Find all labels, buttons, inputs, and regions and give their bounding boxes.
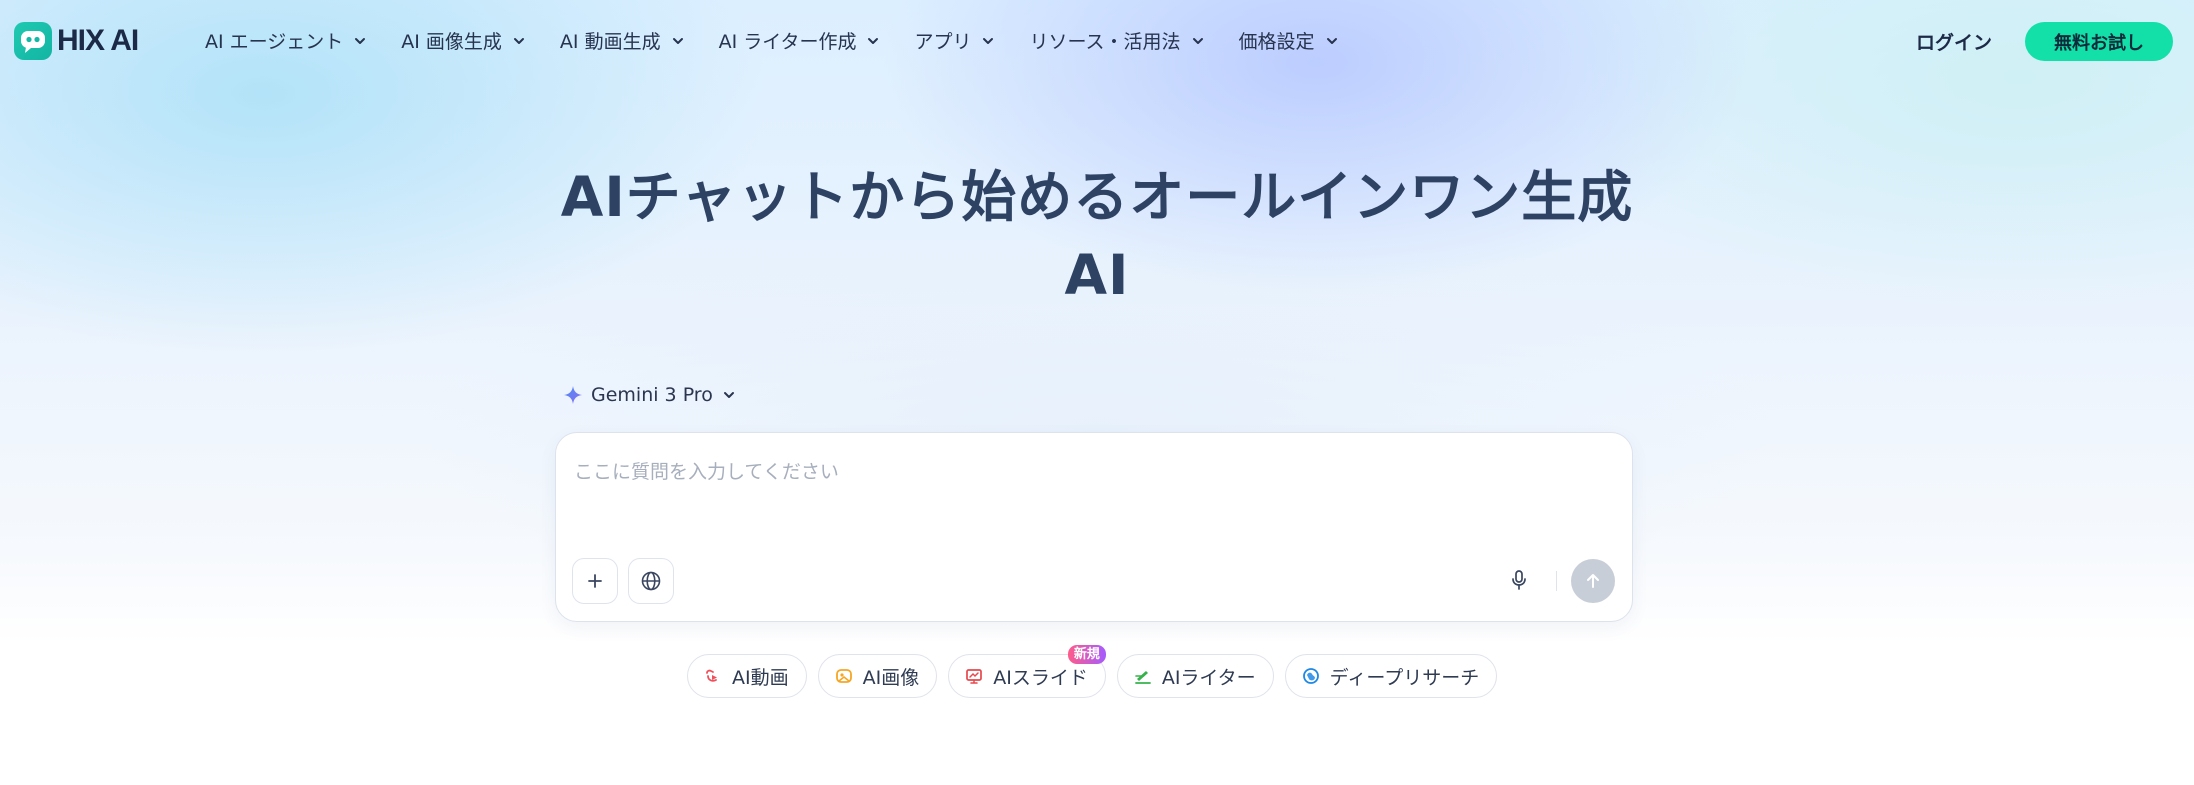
chip-label: ディープリサーチ xyxy=(1329,666,1480,689)
chip-label: AI動画 xyxy=(732,666,789,689)
nav-item-ai-agent[interactable]: AI エージェント xyxy=(205,27,367,54)
hero-title: AIチャットから始めるオールインワン生成 AI xyxy=(547,158,1647,314)
logo-mark-icon xyxy=(14,22,52,60)
brand-name: HIX AI xyxy=(57,24,139,57)
video-icon xyxy=(706,669,717,682)
chip-ai-video[interactable]: AI動画 xyxy=(687,654,807,698)
slide-icon xyxy=(966,669,983,684)
web-search-button[interactable] xyxy=(628,558,674,604)
chevron-down-icon xyxy=(513,37,524,44)
hero-title-line-2: AI xyxy=(1064,243,1130,307)
brand-logo[interactable]: HIX AI xyxy=(14,22,139,60)
chevron-down-icon xyxy=(868,37,879,44)
model-selector[interactable]: Gemini 3 Pro xyxy=(563,384,736,406)
nav-item-ai-video[interactable]: AI 動画生成 xyxy=(560,27,685,54)
chip-ai-slide[interactable]: AIスライド 新規 xyxy=(948,645,1106,698)
nav-item-label: AI ライター作成 xyxy=(718,31,857,53)
attach-button[interactable] xyxy=(572,558,618,604)
arrow-up-icon xyxy=(1587,574,1599,588)
nav-item-resources[interactable]: リソース・活用法 xyxy=(1029,27,1204,54)
nav-item-ai-writer[interactable]: AI ライター作成 xyxy=(719,27,881,54)
chip-ai-writer[interactable]: AIライター xyxy=(1116,654,1274,698)
chevron-down-icon xyxy=(672,37,683,44)
hero-title-line-1: AIチャットから始めるオールインワン生成 xyxy=(560,165,1634,229)
top-header: HIX AI AI エージェント AI 画像生成 AI 動画生成 AI ライター… xyxy=(0,0,2194,82)
chevron-down-icon xyxy=(355,37,366,44)
pen-icon xyxy=(1134,671,1151,684)
chevron-down-icon xyxy=(983,37,994,44)
microphone-icon xyxy=(1512,570,1526,590)
free-trial-button[interactable]: 無料お試し xyxy=(2025,22,2173,61)
image-icon xyxy=(835,669,852,683)
nav-item-ai-image[interactable]: AI 画像生成 xyxy=(401,27,526,54)
nav-item-label: アプリ xyxy=(914,31,972,53)
new-badge: 新規 xyxy=(1067,645,1106,664)
nav-item-label: AI エージェント xyxy=(205,31,344,53)
research-icon xyxy=(1302,668,1319,684)
chevron-down-icon xyxy=(1326,37,1337,44)
model-name: Gemini 3 Pro xyxy=(591,384,713,406)
sparkle-icon xyxy=(564,386,582,404)
globe-icon xyxy=(641,571,661,591)
send-button[interactable] xyxy=(1571,559,1615,603)
chip-deep-research[interactable]: ディープリサーチ xyxy=(1284,654,1498,698)
nav-item-label: 価格設定 xyxy=(1238,31,1315,53)
nav-item-label: AI 動画生成 xyxy=(559,31,661,53)
plus-icon xyxy=(588,574,602,588)
toolbar-divider xyxy=(1556,571,1557,591)
chip-label: AI画像 xyxy=(862,666,920,689)
login-link[interactable]: ログイン xyxy=(1916,28,1992,55)
main-nav: AI エージェント AI 画像生成 AI 動画生成 AI ライター作成 アプリ … xyxy=(205,27,1373,54)
nav-item-label: AI 画像生成 xyxy=(401,31,502,53)
nav-item-label: リソース・活用法 xyxy=(1029,31,1181,53)
quick-action-chips: AI動画 AI画像 AIスライド 新規 AIライター ディープリサーチ xyxy=(687,645,1498,698)
chevron-down-icon xyxy=(1192,37,1203,44)
microphone-button[interactable] xyxy=(1505,566,1533,594)
nav-item-pricing[interactable]: 価格設定 xyxy=(1239,27,1339,54)
chip-label: AIライター xyxy=(1161,666,1256,689)
chip-ai-image[interactable]: AI画像 xyxy=(817,654,938,698)
chat-input[interactable] xyxy=(572,451,1616,493)
chat-input-box xyxy=(555,432,1633,622)
chevron-down-icon xyxy=(723,392,734,398)
nav-item-apps[interactable]: アプリ xyxy=(914,27,995,54)
chip-label: AIスライド xyxy=(993,666,1088,689)
